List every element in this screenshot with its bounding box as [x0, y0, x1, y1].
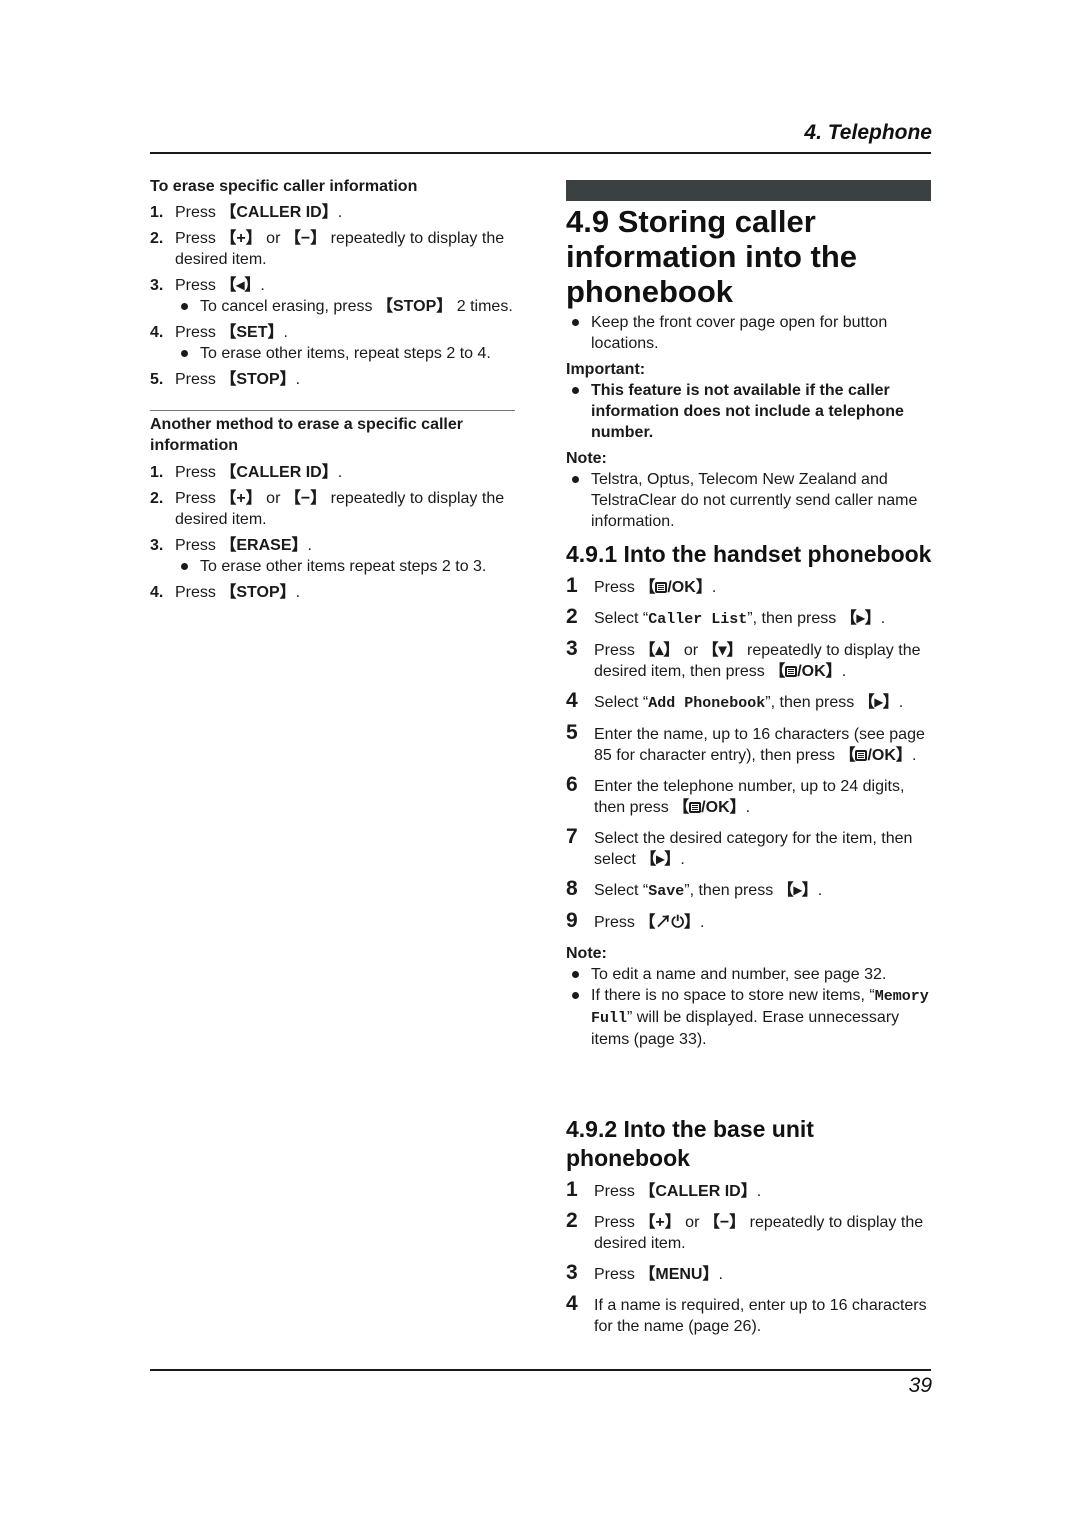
step: 5. Press 【STOP】.	[150, 371, 301, 388]
stop-key: STOP	[236, 371, 280, 388]
section-heading: To erase specific caller information	[150, 178, 418, 195]
step: 1. Press 【CALLER ID】.	[150, 204, 343, 221]
step: 2 Press 【+】 or 【−】 repeatedly to display…	[566, 1209, 924, 1252]
erase-key: ERASE	[236, 537, 292, 554]
sub-note: To cancel erasing, press 【STOP】 2 times.	[150, 296, 515, 317]
display-text: Add Phonebook	[648, 695, 766, 712]
step: 3. Press 【◂】.	[150, 277, 265, 294]
off-power-key-icon: ↗⏻	[655, 914, 685, 931]
down-arrow-key-icon: ▾	[718, 642, 727, 659]
minus-key-icon: −	[719, 1214, 730, 1231]
menu-icon	[655, 582, 668, 593]
menu-key: MENU	[655, 1266, 703, 1283]
intro-block: Keep the front cover page open for butto…	[566, 312, 932, 532]
ok-key: /OK	[867, 747, 896, 764]
bullet-icon	[572, 387, 579, 394]
important-bullet: This feature is not available if the cal…	[566, 380, 932, 443]
step: 9 Press 【↗⏻】.	[566, 909, 705, 932]
step: 8 Select “Save”, then press 【▸】.	[566, 877, 823, 900]
section-heading: Another method to erase a specific calle…	[150, 416, 463, 454]
another-method-section: Another method to erase a specific calle…	[150, 414, 515, 608]
note-bullet: Telstra, Optus, Telecom New Zealand and …	[566, 469, 932, 532]
important-label: Important:	[566, 361, 646, 378]
step: 5 Enter the name, up to 16 characters (s…	[566, 721, 925, 764]
set-key: SET	[236, 324, 268, 341]
minus-key-icon: −	[300, 490, 311, 507]
section-heading: 4.9.1 Into the handset phonebook	[566, 541, 932, 567]
step: 2. Press 【+】 or 【−】 repeatedly to displa…	[150, 490, 505, 528]
erase-caller-section: To erase specific caller information 1. …	[150, 176, 515, 395]
plus-key-icon: +	[655, 1214, 665, 1231]
display-text: Caller List	[648, 611, 748, 628]
menu-icon	[855, 750, 868, 761]
menu-icon	[689, 802, 702, 813]
section-heading: 4.9.2 Into the base unit phonebook	[566, 1116, 814, 1171]
step: 1 Press 【/OK】.	[566, 574, 717, 597]
step: 1. Press 【CALLER ID】.	[150, 464, 343, 481]
stop-key: STOP	[236, 584, 280, 601]
note-label: Note:	[566, 945, 607, 962]
right-arrow-key-icon: ▸	[874, 694, 883, 711]
footer-rule	[150, 1369, 931, 1371]
bullet-icon	[572, 319, 579, 326]
step: 3 Press 【MENU】.	[566, 1261, 723, 1284]
sub-note: To erase other items repeat steps 2 to 3…	[150, 556, 515, 577]
step: 6 Enter the telephone number, up to 24 d…	[566, 773, 905, 816]
minus-key-icon: −	[300, 230, 311, 247]
page-title: 4.9 Storing caller information into the …	[566, 204, 858, 309]
chapter-title: 4. Telephone	[804, 121, 932, 144]
section-divider	[150, 410, 515, 411]
caller-id-key: CALLER ID	[236, 204, 322, 221]
step: 3. Press 【ERASE】.	[150, 537, 312, 554]
sub-note: To erase other items, repeat steps 2 to …	[150, 343, 515, 364]
handset-section: 4.9.1 Into the handset phonebook 1 Press…	[566, 540, 932, 1050]
step: 1 Press 【CALLER ID】.	[566, 1178, 762, 1201]
section-bar	[566, 180, 931, 201]
ok-key: /OK	[797, 663, 826, 680]
step: 2. Press 【+】 or 【−】 repeatedly to displa…	[150, 230, 505, 268]
step: 7 Select the desired category for the it…	[566, 825, 913, 868]
page-number: 39	[908, 1374, 932, 1397]
bullet-icon	[572, 476, 579, 483]
note-label: Note:	[566, 450, 607, 467]
bullet-icon	[572, 992, 579, 999]
step: 2 Select “Caller List”, then press 【▸】.	[566, 605, 886, 628]
ok-key: /OK	[667, 579, 696, 596]
step: 4 Select “Add Phonebook”, then press 【▸】…	[566, 689, 904, 712]
caller-id-key: CALLER ID	[655, 1183, 741, 1200]
right-arrow-key-icon: ▸	[793, 882, 802, 899]
bullet-icon	[181, 350, 188, 357]
ok-key: /OK	[701, 799, 730, 816]
bullet-icon	[572, 971, 579, 978]
right-arrow-key-icon: ▸	[856, 610, 865, 627]
note-bullet: If there is no space to store new items,…	[566, 985, 932, 1050]
base-unit-section: 4.9.2 Into the base unit phonebook 1 Pre…	[566, 1115, 932, 1347]
bullet-icon	[181, 303, 188, 310]
step: 4. Press 【SET】.	[150, 324, 288, 341]
header-rule	[150, 152, 931, 154]
stop-key: STOP	[393, 298, 437, 315]
intro-bullet: Keep the front cover page open for butto…	[566, 312, 932, 354]
step: 3 Press 【▴】 or 【▾】 repeatedly to display…	[566, 637, 921, 680]
display-text: Save	[648, 883, 685, 900]
step: 4. Press 【STOP】.	[150, 584, 301, 601]
menu-icon	[785, 666, 798, 677]
bullet-icon	[181, 563, 188, 570]
note-bullet: To edit a name and number, see page 32.	[566, 964, 932, 985]
step: 4 If a name is required, enter up to 16 …	[566, 1292, 927, 1335]
plus-key-icon: +	[236, 230, 246, 247]
plus-key-icon: +	[236, 490, 246, 507]
caller-id-key: CALLER ID	[236, 464, 322, 481]
